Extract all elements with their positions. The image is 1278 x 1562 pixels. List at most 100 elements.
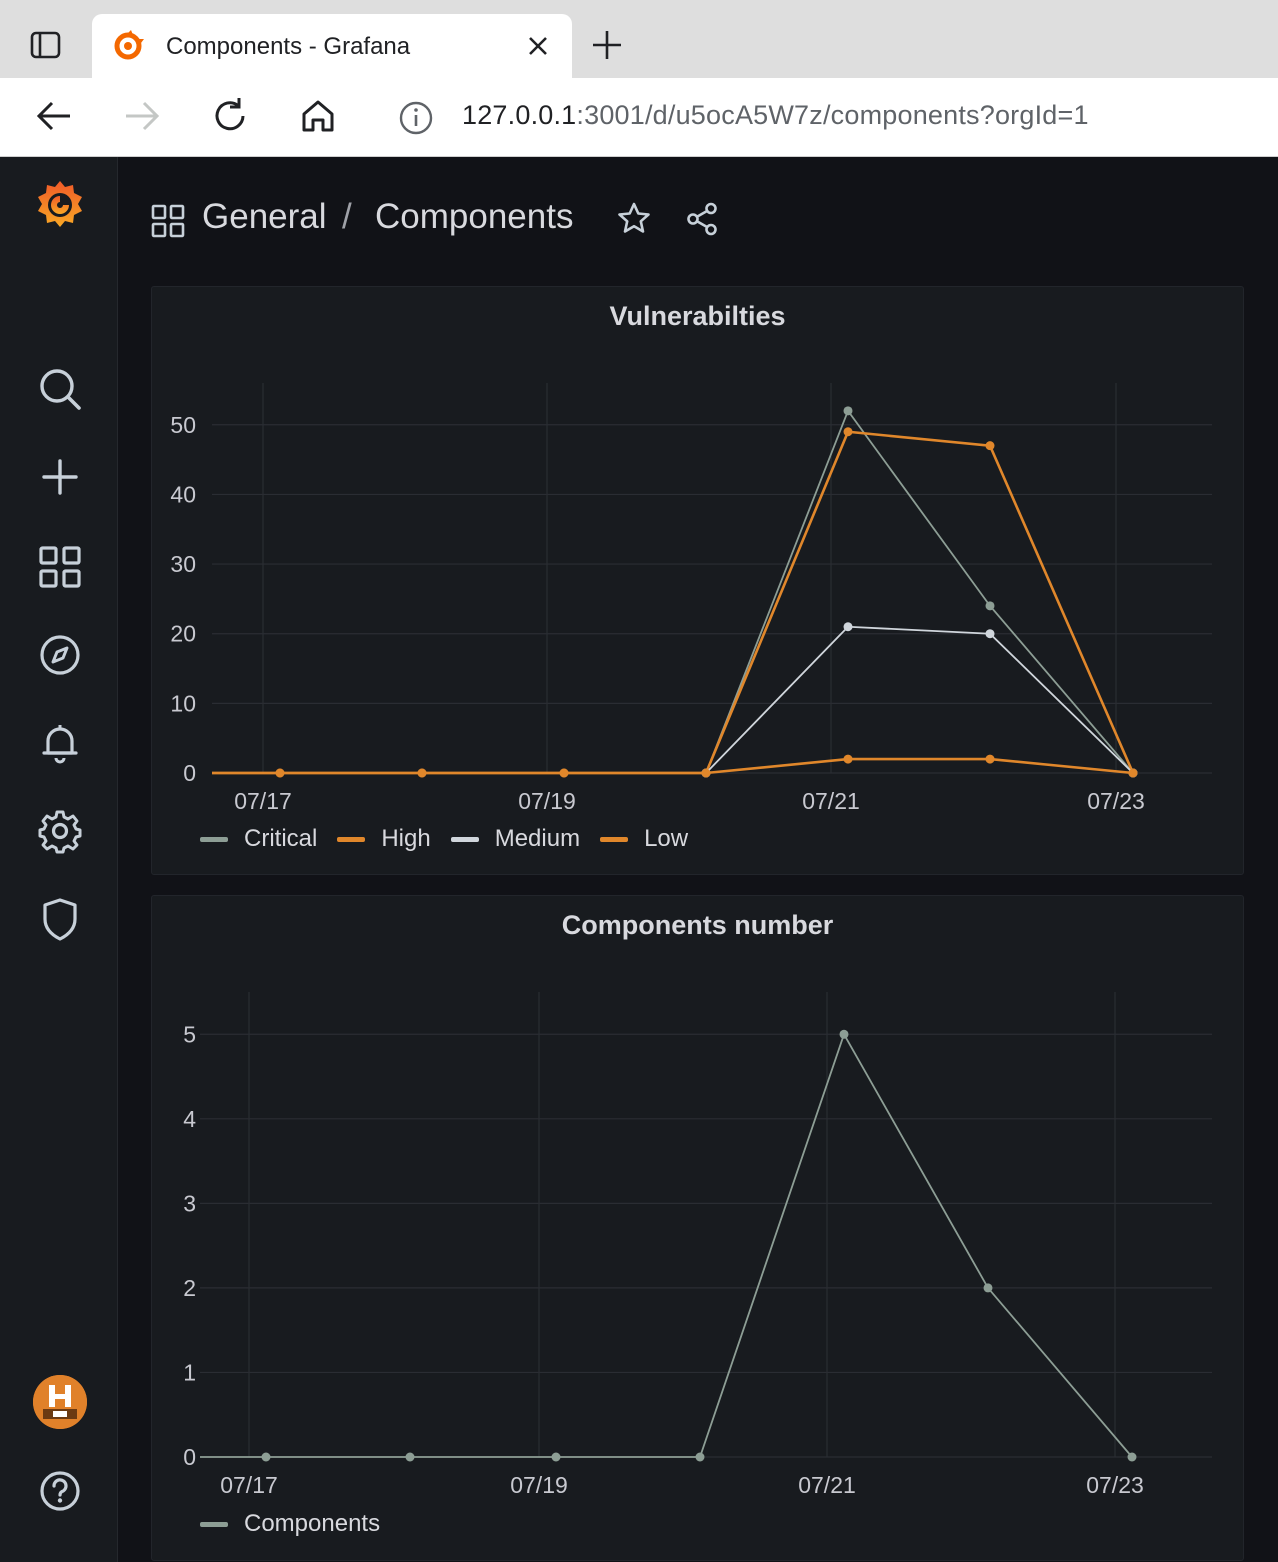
home-icon[interactable] (298, 96, 338, 136)
avatar[interactable] (33, 1375, 87, 1429)
series-line-low (212, 757, 1134, 775)
x-tick-label: 07/19 (510, 1472, 568, 1498)
browser-tab[interactable]: Components - Grafana (92, 14, 572, 78)
help-icon[interactable] (38, 1469, 82, 1513)
data-point-components (405, 1452, 415, 1462)
chart-legend: Critical High Medium Low (200, 825, 708, 853)
forward-icon[interactable] (122, 96, 162, 136)
data-point-medium (985, 629, 995, 639)
close-tab-icon[interactable] (524, 32, 552, 60)
legend-swatch (337, 836, 366, 842)
vulnerabilities-chart: 0 10 20 30 40 50 07/17 07/19 07/21 07/23 (170, 383, 1212, 814)
legend-label: High (381, 825, 431, 852)
data-point-components (983, 1283, 993, 1293)
legend-swatch (450, 836, 479, 842)
x-tick-label: 07/17 (234, 788, 292, 814)
grafana-app: General / Components Vulnerabilties 0 10 2… (0, 157, 1278, 1562)
grafana-logo-icon[interactable] (32, 177, 88, 233)
dashboard-grid-icon (150, 203, 186, 239)
data-point-low (985, 754, 995, 764)
browser-address-bar: 127.0.0.1:3001/d/u5ocA5W7z/components?or… (0, 78, 1278, 157)
tab-actions-icon[interactable] (18, 24, 74, 66)
reload-icon[interactable] (210, 96, 250, 136)
data-point-critical (985, 601, 995, 611)
star-icon[interactable] (616, 201, 652, 237)
data-point-low (559, 768, 569, 778)
dashboards-icon[interactable] (36, 543, 84, 591)
legend-swatch (200, 1521, 228, 1527)
legend-label: Components (244, 1510, 381, 1537)
sidebar (0, 157, 118, 1562)
y-tick-label: 1 (183, 1359, 196, 1385)
url-host: 127.0.0.1 (462, 100, 577, 130)
data-point-high (843, 427, 853, 437)
chart-legend: Components (200, 1510, 400, 1538)
shield-icon[interactable] (36, 895, 84, 943)
x-tick-label: 07/21 (798, 1472, 856, 1498)
url-path: :3001/d/u5ocA5W7z/components?orgId=1 (576, 100, 1089, 130)
legend-label: Critical (244, 825, 318, 852)
legend-item-critical[interactable]: Critical (200, 825, 317, 853)
breadcrumb-folder[interactable]: General (202, 197, 327, 237)
y-tick-label: 3 (183, 1190, 196, 1216)
site-info-icon[interactable] (398, 100, 434, 136)
grafana-favicon-icon (112, 30, 144, 62)
series-line-medium (705, 625, 1134, 774)
explore-icon[interactable] (36, 631, 84, 679)
legend-item-components[interactable]: Components (200, 1510, 380, 1538)
y-tick-label: 10 (170, 690, 196, 716)
x-tick-label: 07/19 (518, 788, 576, 814)
y-tick-label: 20 (170, 621, 196, 647)
series-line-high (212, 430, 1135, 775)
y-tick-label: 30 (170, 551, 196, 577)
y-tick-label: 4 (183, 1106, 196, 1132)
y-tick-label: 0 (183, 1444, 196, 1470)
x-tick-label: 07/17 (220, 1472, 278, 1498)
data-point-low (417, 768, 427, 778)
data-point-low (1128, 768, 1138, 778)
data-point-components (695, 1452, 705, 1462)
data-point-components (551, 1452, 561, 1462)
back-icon[interactable] (34, 96, 74, 136)
data-point-critical (843, 406, 853, 416)
share-icon[interactable] (684, 201, 720, 237)
legend-item-medium[interactable]: Medium (450, 825, 581, 853)
x-tick-label: 07/21 (802, 788, 860, 814)
browser-tab-bar: Components - Grafana (0, 0, 1278, 78)
components-chart: 0 1 2 3 4 5 07/17 07/19 07/21 07/23 (183, 992, 1212, 1498)
y-tick-label: 40 (170, 481, 196, 507)
legend-swatch (600, 836, 629, 842)
alerting-icon[interactable] (36, 719, 84, 767)
data-point-high (985, 441, 995, 451)
data-point-low (843, 754, 853, 764)
legend-swatch (200, 836, 228, 842)
legend-item-high[interactable]: High (337, 825, 431, 853)
x-tick-label: 07/23 (1086, 1472, 1144, 1498)
page-title[interactable]: Components (375, 197, 573, 237)
y-tick-label: 2 (183, 1275, 196, 1301)
breadcrumb-separator: / (342, 197, 352, 236)
y-tick-label: 0 (183, 760, 196, 786)
data-point-low (701, 768, 711, 778)
vulnerabilities-panel[interactable]: Vulnerabilties 0 10 20 30 40 50 07/17 07/19 07/2… (151, 286, 1244, 875)
y-tick-label: 5 (183, 1021, 196, 1047)
legend-label: Medium (494, 825, 581, 852)
legend-label: Low (644, 825, 689, 852)
legend-item-low[interactable]: Low (600, 825, 688, 853)
data-point-components (261, 1452, 271, 1462)
tab-title: Components - Grafana (166, 33, 411, 60)
data-point-components (839, 1029, 849, 1039)
settings-icon[interactable] (36, 807, 84, 855)
plus-icon[interactable] (36, 453, 84, 501)
components-panel[interactable]: Components number 0 1 2 3 4 5 07/17 07/19 07/21 0… (151, 895, 1244, 1561)
series-line-components (200, 1032, 1133, 1458)
new-tab-icon[interactable] (590, 28, 624, 62)
x-tick-label: 07/23 (1087, 788, 1145, 814)
url-field[interactable]: 127.0.0.1:3001/d/u5ocA5W7z/components?or… (462, 100, 1089, 131)
data-point-low (275, 768, 285, 778)
series-line-critical (705, 409, 1134, 774)
data-point-components (1127, 1452, 1137, 1462)
data-point-medium (843, 622, 853, 632)
y-tick-label: 50 (170, 412, 196, 438)
search-icon[interactable] (36, 365, 84, 413)
